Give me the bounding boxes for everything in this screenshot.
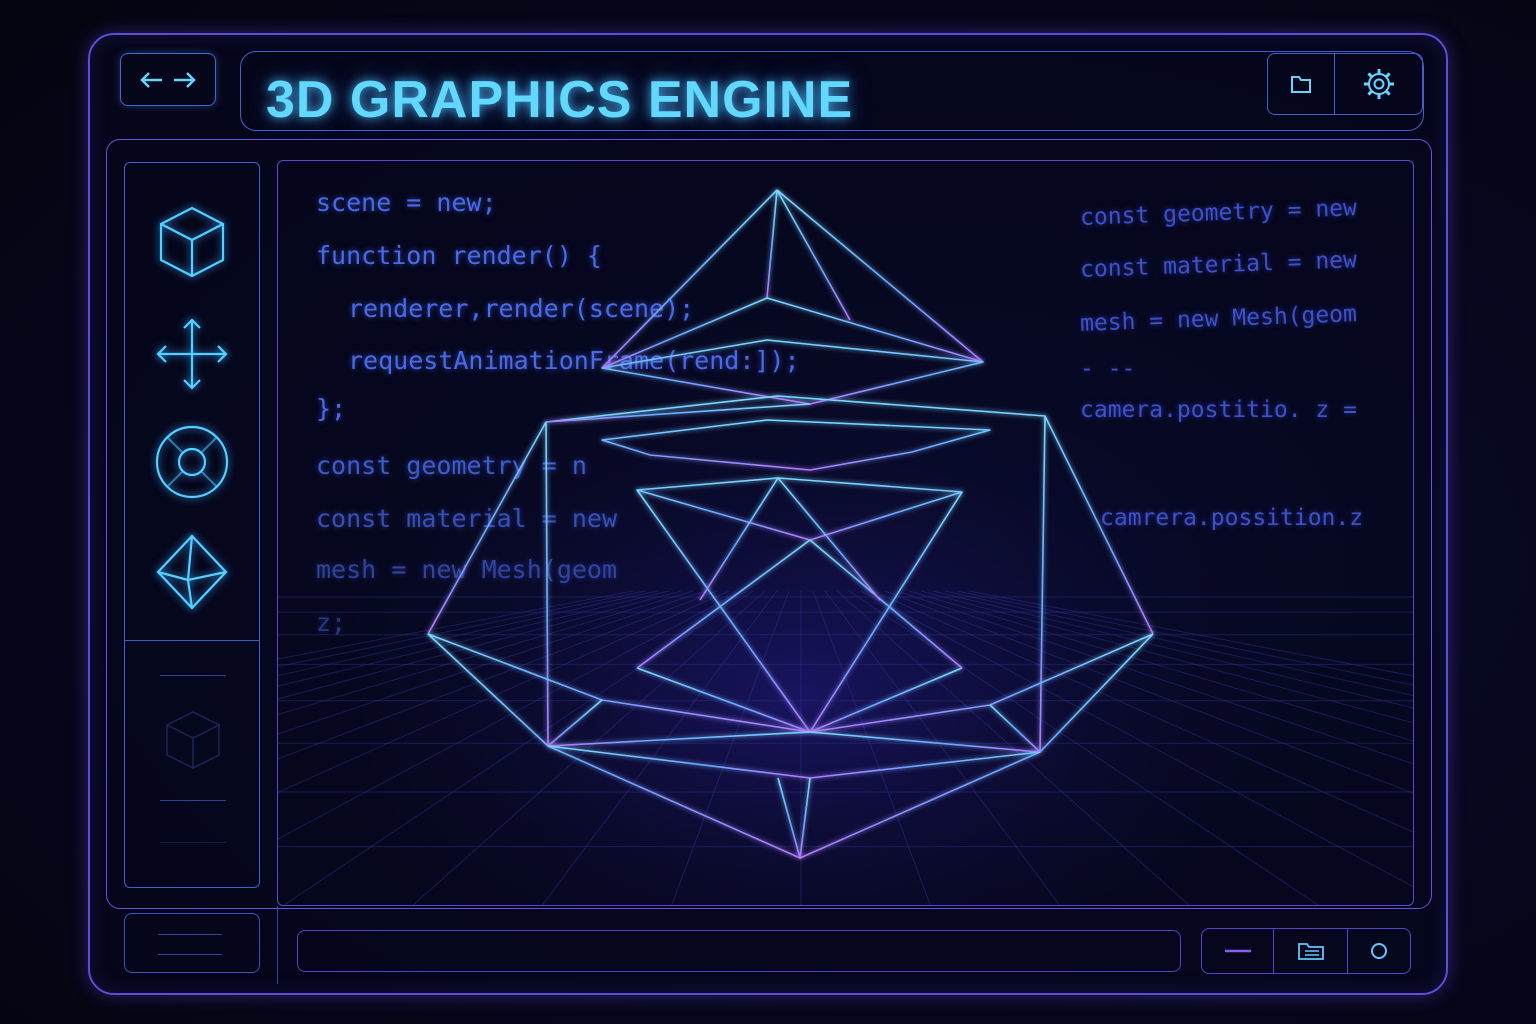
code-line: z; xyxy=(316,608,347,637)
code-line: scene = new; xyxy=(316,188,497,217)
open-folder-button[interactable] xyxy=(1268,54,1334,114)
record-button[interactable] xyxy=(1348,929,1410,973)
settings-button[interactable] xyxy=(1335,54,1423,114)
gear-icon xyxy=(1364,69,1394,99)
cube-icon xyxy=(159,206,225,278)
move-icon xyxy=(156,318,228,390)
orbit-tool-button[interactable] xyxy=(150,420,234,504)
files-button[interactable] xyxy=(1274,929,1347,973)
secondary-cube-button[interactable] xyxy=(158,705,228,775)
circle-icon xyxy=(1371,943,1387,959)
code-line: const material = new xyxy=(316,504,618,533)
code-line: const geometry = n xyxy=(316,451,587,480)
code-line: function render() { xyxy=(316,241,602,270)
folder-icon xyxy=(1297,943,1324,960)
sidebar-divider-line xyxy=(160,842,226,843)
status-bar[interactable] xyxy=(297,930,1181,972)
panel-line xyxy=(158,934,222,935)
faded-cube-icon xyxy=(166,711,220,769)
arrows-left-right-icon xyxy=(140,71,196,88)
code-line: renderer,render(scene); xyxy=(348,294,695,323)
code-line: requestAnimationFrame(rend:]); xyxy=(348,346,800,375)
ring-icon xyxy=(155,425,229,499)
code-line: camera.postitio. z = xyxy=(1080,397,1357,423)
nav-back-forward-button[interactable] xyxy=(120,53,216,106)
octahedron-icon xyxy=(156,534,228,610)
polygon-tool-button[interactable] xyxy=(150,530,234,614)
app-title: 3D GRAPHICS ENGINE xyxy=(266,71,854,129)
folder-icon xyxy=(1291,76,1311,93)
code-line: }; xyxy=(316,394,347,423)
minus-icon xyxy=(1224,949,1251,953)
sidebar-divider-line xyxy=(160,675,226,676)
move-tool-button[interactable] xyxy=(150,312,234,396)
sidebar-divider-line xyxy=(160,800,226,801)
bottom-left-panel xyxy=(124,913,260,973)
bottom-separator xyxy=(277,906,278,984)
code-line: - -- xyxy=(1080,356,1136,382)
sidebar-separator xyxy=(124,640,260,641)
code-line: mesh = new Mesh(geom xyxy=(316,555,618,584)
panel-line xyxy=(158,954,222,955)
code-line: camrera.possition.z xyxy=(1100,505,1364,531)
minimize-button[interactable] xyxy=(1202,929,1273,973)
cube-tool-button[interactable] xyxy=(150,200,234,284)
